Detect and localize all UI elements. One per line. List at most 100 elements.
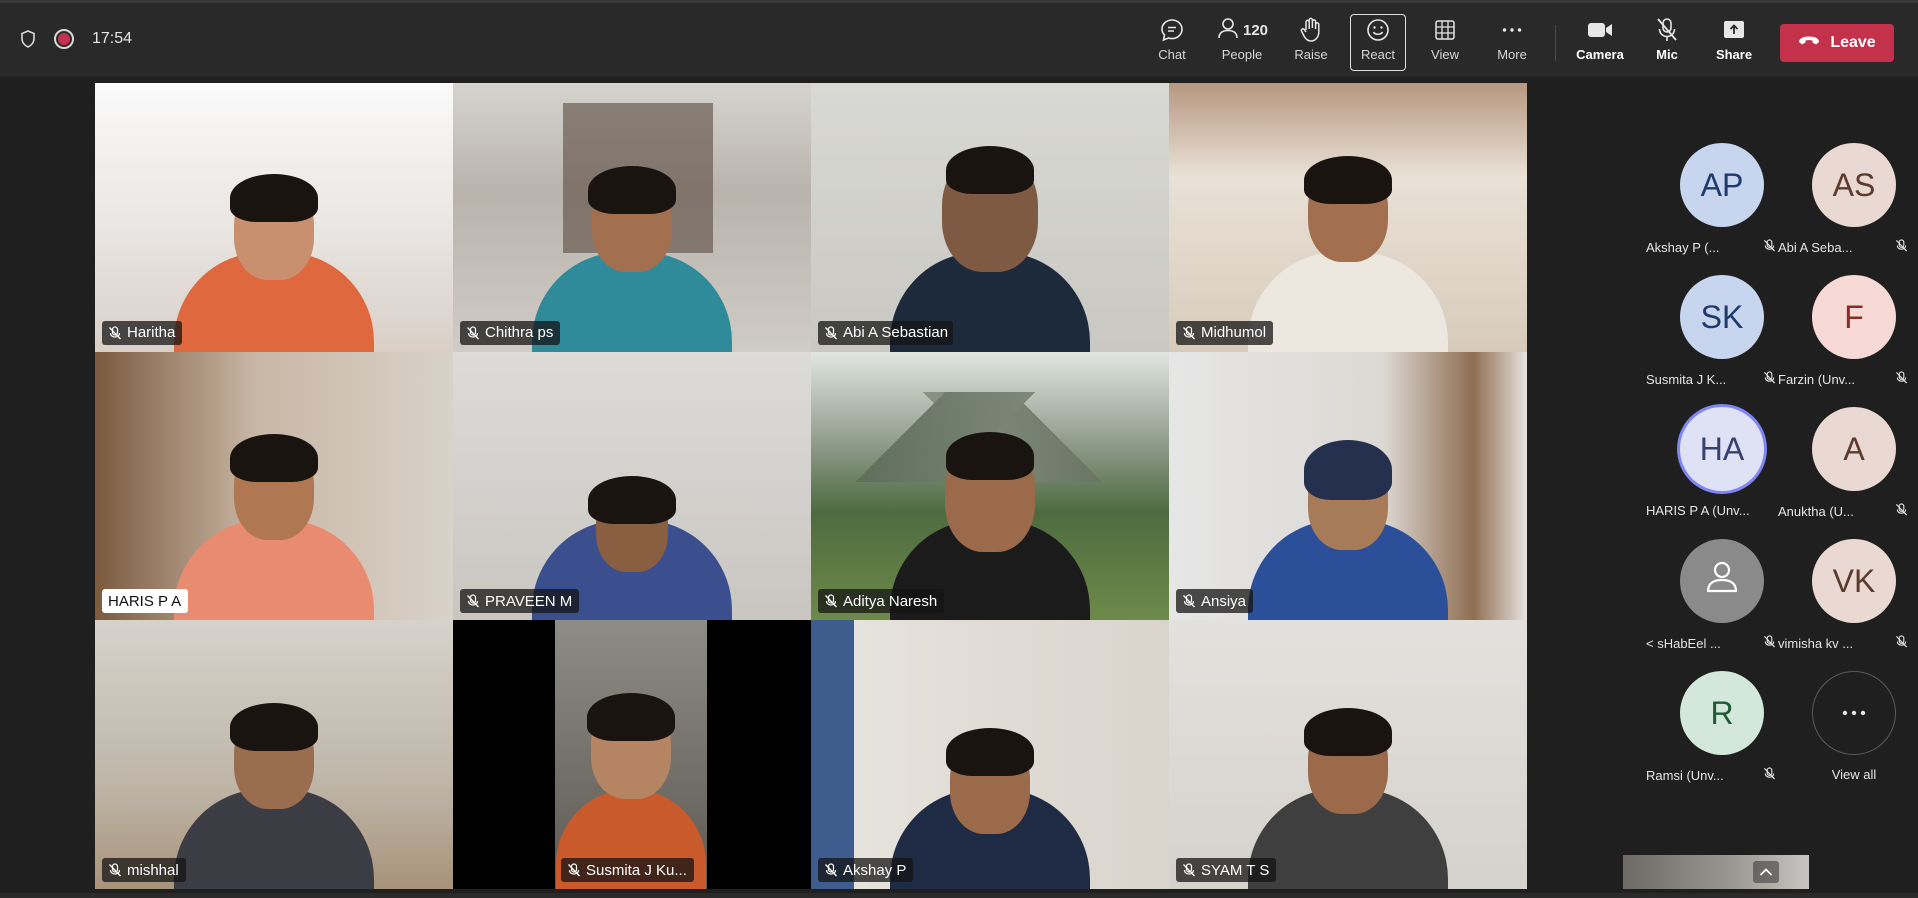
raise-hand-button[interactable]: Raise <box>1294 15 1328 71</box>
shield-icon[interactable] <box>20 30 36 48</box>
participant-video <box>174 679 374 890</box>
video-tile[interactable]: Haritha <box>95 83 453 352</box>
person-placeholder-icon <box>1702 557 1742 605</box>
toolbar-divider <box>1555 25 1556 61</box>
mic-off-icon <box>108 863 122 877</box>
view-all-button[interactable]: View all <box>1778 671 1918 803</box>
video-tile[interactable]: mishhal <box>95 620 453 890</box>
video-tile[interactable]: Akshay P <box>811 620 1169 890</box>
view-button[interactable]: View <box>1430 15 1460 71</box>
participant-card[interactable]: F Farzin (Unv... <box>1778 275 1908 407</box>
people-button[interactable]: 120 People <box>1214 15 1270 71</box>
participant-card[interactable]: HA HARIS P A (Unv... <box>1646 407 1776 539</box>
participant-video <box>890 679 1090 890</box>
avatar: F <box>1812 275 1896 359</box>
video-tile[interactable]: Aditya Naresh <box>811 351 1169 621</box>
leave-button[interactable]: Leave <box>1780 24 1894 62</box>
video-tile[interactable]: Midhumol <box>1169 83 1527 352</box>
mic-off-icon <box>1182 594 1196 608</box>
mic-off-icon <box>1655 15 1679 45</box>
avatar: AS <box>1812 143 1896 227</box>
hang-up-icon <box>1798 34 1820 52</box>
camera-button[interactable]: Camera <box>1576 15 1624 71</box>
more-icon <box>1812 671 1896 755</box>
mic-off-icon <box>824 863 838 877</box>
participant-name-tag: Chithra ps <box>460 320 561 345</box>
participant-video <box>1248 142 1448 352</box>
video-tile[interactable]: Chithra ps <box>453 83 811 352</box>
people-icon <box>1216 16 1240 45</box>
mic-off-icon <box>108 326 122 340</box>
more-button[interactable]: More <box>1496 15 1528 71</box>
participant-name-tag: Haritha <box>102 320 183 345</box>
participant-card[interactable]: < sHabEel ... <box>1646 539 1776 671</box>
participant-name-tag: Midhumol <box>1176 320 1274 345</box>
participant-card[interactable]: AP Akshay P (... <box>1646 143 1776 275</box>
video-tile[interactable]: SYAM T S <box>1169 620 1527 890</box>
mic-off-icon <box>824 594 838 608</box>
mic-off-icon <box>466 594 480 608</box>
mic-off-icon <box>1182 863 1196 877</box>
mic-off-icon <box>1763 635 1776 651</box>
participant-name-tag: Ansiya <box>1176 589 1254 614</box>
participant-card[interactable]: AS Abi A Seba... <box>1778 143 1908 275</box>
participant-video <box>174 410 374 621</box>
mic-off-icon <box>1763 767 1776 783</box>
chat-button[interactable]: Chat <box>1157 15 1187 71</box>
avatar: AP <box>1680 143 1764 227</box>
mic-off-icon <box>1895 635 1908 651</box>
avatar <box>1680 539 1764 623</box>
smile-icon <box>1366 15 1390 45</box>
participant-card[interactable]: SK Susmita J K... <box>1646 275 1776 407</box>
meeting-status: 17:54 <box>20 29 132 49</box>
chevron-up-icon[interactable] <box>1753 861 1779 883</box>
portrait-video-feed <box>555 620 707 890</box>
avatar: HA <box>1680 407 1764 491</box>
share-icon <box>1721 15 1747 45</box>
mic-off-icon <box>1763 371 1776 387</box>
participant-video <box>1248 679 1448 890</box>
mic-off-icon <box>567 863 581 877</box>
video-tile[interactable]: Abi A Sebastian <box>811 83 1169 352</box>
people-count: 120 <box>1242 21 1269 39</box>
mic-button[interactable]: Mic <box>1652 15 1682 71</box>
avatar: A <box>1812 407 1896 491</box>
meeting-toolbar: 17:54 Chat 120 People Raise React View M… <box>0 3 1918 77</box>
participant-card[interactable]: A Anuktha (U... <box>1778 407 1908 539</box>
mic-off-icon <box>824 326 838 340</box>
mic-off-icon <box>1895 239 1908 255</box>
share-button[interactable]: Share <box>1716 15 1752 71</box>
mic-off-icon <box>1895 503 1908 519</box>
participant-video <box>174 142 374 352</box>
recording-icon <box>54 29 74 49</box>
video-tile[interactable]: Susmita J Ku... <box>453 620 811 890</box>
participant-name-tag: Abi A Sebastian <box>818 320 953 345</box>
mic-off-icon <box>1182 326 1196 340</box>
grid-view-icon <box>1433 15 1457 45</box>
hand-icon <box>1299 15 1323 45</box>
video-tile[interactable]: HARIS P A <box>95 351 453 621</box>
window-bottom-edge <box>0 893 1918 898</box>
meeting-timer: 17:54 <box>92 30 133 47</box>
video-tile[interactable]: PRAVEEN M <box>453 351 811 621</box>
mic-off-icon <box>466 326 480 340</box>
camera-icon <box>1586 15 1614 45</box>
more-icon <box>1500 15 1524 45</box>
participant-name-tag: Akshay P <box>818 858 914 883</box>
avatar: R <box>1680 671 1764 755</box>
teams-meeting-window: 17:54 Chat 120 People Raise React View M… <box>0 0 1918 898</box>
participant-name-tag: HARIS P A <box>102 589 189 614</box>
participant-card[interactable]: R Ramsi (Unv... <box>1646 671 1776 803</box>
participant-video <box>1248 410 1448 621</box>
video-grid: Haritha Chithra ps Abi A Sebastian Midhu… <box>95 83 1527 890</box>
mic-off-icon <box>1763 239 1776 255</box>
video-tile[interactable]: Ansiya <box>1169 351 1527 621</box>
chat-icon <box>1159 15 1185 45</box>
participant-card[interactable]: VK vimisha kv ... <box>1778 539 1908 671</box>
self-view-preview[interactable] <box>1623 855 1809 889</box>
participant-name-tag: mishhal <box>102 858 186 883</box>
mic-off-icon <box>1895 371 1908 387</box>
participant-video <box>532 142 732 352</box>
react-button[interactable]: React <box>1350 14 1406 71</box>
avatar: SK <box>1680 275 1764 359</box>
